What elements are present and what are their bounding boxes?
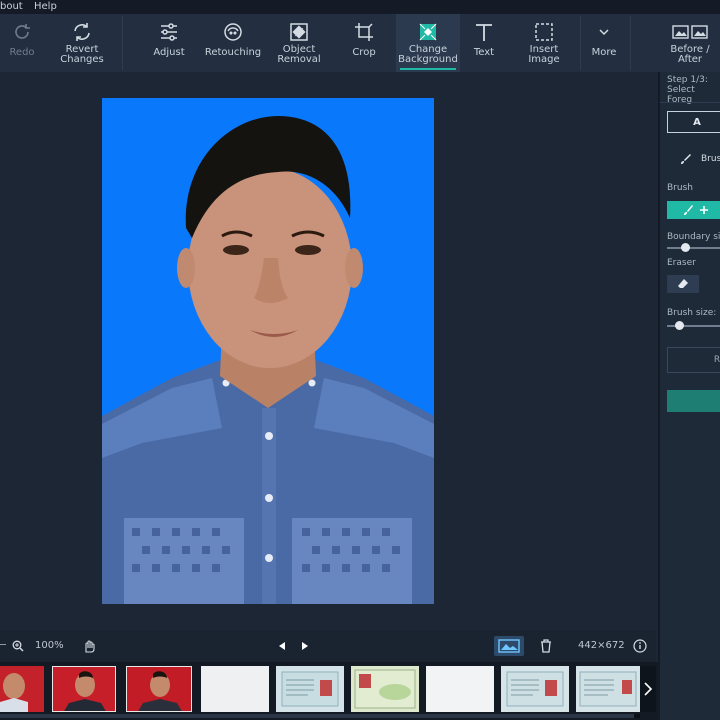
chevron-right-icon bbox=[644, 682, 653, 696]
face-retouch-icon bbox=[222, 19, 244, 45]
right-panel: Step 1/3: Select Foreg A Brus Brush Boun… bbox=[658, 72, 720, 720]
retouching-button[interactable]: Retouching bbox=[202, 14, 264, 72]
redo-label: Redo bbox=[9, 47, 35, 58]
brush-tab-label: Brus bbox=[701, 154, 720, 164]
change-background-icon bbox=[417, 19, 439, 45]
revert-changes-button[interactable]: Revert Changes bbox=[50, 14, 114, 72]
redo-icon bbox=[11, 19, 33, 45]
image-dimensions: 442×672 bbox=[578, 640, 625, 651]
thumbnail[interactable] bbox=[276, 666, 344, 712]
insert-image-label: Insert Image bbox=[528, 44, 560, 65]
step-title-line1: Step 1/3: bbox=[667, 75, 708, 85]
retouching-label: Retouching bbox=[204, 47, 262, 58]
chevron-down-icon bbox=[597, 19, 611, 45]
brush-size-slider[interactable] bbox=[667, 321, 720, 330]
zoom-level: 100% bbox=[35, 640, 64, 651]
text-label: Text bbox=[473, 47, 495, 58]
boundary-size-handle[interactable] bbox=[680, 243, 690, 252]
before-after-label: Before / After bbox=[670, 44, 710, 65]
toolbar: Redo Revert Changes Adjust Retouching Ob… bbox=[0, 14, 720, 72]
thumbnail[interactable] bbox=[351, 666, 419, 712]
thumbnail-image bbox=[0, 673, 28, 712]
next-step-button[interactable] bbox=[667, 390, 720, 412]
sliders-icon bbox=[158, 19, 180, 45]
brush-label: Brush bbox=[667, 183, 693, 193]
info-icon[interactable] bbox=[633, 639, 647, 653]
thumbnail-image bbox=[354, 669, 416, 709]
previous-image-icon[interactable] bbox=[277, 641, 287, 651]
before-after-icon bbox=[672, 19, 708, 45]
adjust-label: Adjust bbox=[153, 47, 185, 58]
thumbnail-image bbox=[138, 671, 182, 711]
filmstrip bbox=[0, 662, 658, 720]
brush-size-label: Brush size: bbox=[667, 308, 717, 318]
next-image-icon[interactable] bbox=[300, 641, 310, 651]
active-tab-indicator bbox=[400, 68, 456, 70]
step-title: Step 1/3: Select Foreg bbox=[667, 75, 720, 105]
status-bar: 100% 442×672 bbox=[0, 630, 656, 662]
menu-help[interactable]: Help bbox=[34, 1, 57, 12]
thumbnail[interactable] bbox=[126, 666, 192, 712]
toolbar-divider bbox=[122, 16, 123, 70]
toolbar-divider bbox=[580, 16, 581, 70]
insert-image-icon bbox=[533, 19, 555, 45]
more-button[interactable]: More bbox=[584, 14, 624, 72]
panel-divider bbox=[660, 102, 720, 103]
eraser-button[interactable] bbox=[667, 275, 699, 293]
menu-bar: bout Help bbox=[0, 0, 720, 14]
adjust-button[interactable]: Adjust bbox=[142, 14, 196, 72]
change-background-button[interactable]: Change Background bbox=[396, 14, 460, 72]
filmstrip-scrollbar[interactable] bbox=[0, 714, 640, 718]
thumbnail[interactable] bbox=[501, 666, 569, 712]
menu-about[interactable]: bout bbox=[0, 1, 23, 12]
object-removal-label: Object Removal bbox=[277, 44, 321, 65]
brush-tab[interactable]: Brus bbox=[680, 153, 720, 165]
gallery-icon bbox=[498, 639, 520, 653]
refresh-icon bbox=[71, 19, 93, 45]
revert-changes-label: Revert Changes bbox=[60, 44, 104, 65]
thumbnail[interactable] bbox=[0, 666, 44, 712]
thumbnail[interactable] bbox=[576, 666, 640, 712]
change-background-label: Change Background bbox=[398, 44, 458, 65]
zoom-slider-track[interactable] bbox=[0, 644, 6, 645]
thumbnail[interactable] bbox=[52, 666, 116, 712]
brush-icon bbox=[681, 154, 691, 164]
brush-size-handle[interactable] bbox=[674, 321, 684, 330]
thumbnail[interactable] bbox=[426, 666, 494, 712]
thumbnail-image bbox=[281, 671, 339, 707]
brush-add-button[interactable] bbox=[667, 201, 720, 219]
zoom-in-icon[interactable] bbox=[12, 640, 24, 652]
filmstrip-scrollbar-thumb[interactable] bbox=[0, 714, 634, 718]
filmstrip-next-button[interactable] bbox=[640, 666, 656, 712]
brush-plus-icon bbox=[684, 205, 708, 215]
eraser-icon bbox=[678, 279, 688, 288]
thumbnail-image bbox=[506, 671, 564, 707]
boundary-size-label: Boundary si bbox=[667, 232, 720, 242]
reset-button-label: R bbox=[713, 355, 720, 365]
crop-label: Crop bbox=[352, 47, 376, 58]
toolbar-divider bbox=[630, 16, 631, 70]
thumbnail-image bbox=[64, 671, 106, 711]
delete-icon[interactable] bbox=[540, 639, 552, 653]
crop-icon bbox=[353, 19, 375, 45]
crop-button[interactable]: Crop bbox=[342, 14, 386, 72]
eraser-label: Eraser bbox=[667, 258, 696, 268]
reset-button[interactable]: R bbox=[667, 347, 720, 373]
text-icon bbox=[473, 19, 495, 45]
boundary-size-slider[interactable] bbox=[667, 243, 720, 252]
insert-image-button[interactable]: Insert Image bbox=[516, 14, 572, 72]
text-button[interactable]: Text bbox=[462, 14, 506, 72]
more-label: More bbox=[591, 47, 617, 58]
auto-select-button[interactable]: A bbox=[667, 111, 720, 133]
filmstrip-toggle-button[interactable] bbox=[494, 636, 524, 656]
thumbnail[interactable] bbox=[201, 666, 269, 712]
hand-pan-icon[interactable] bbox=[82, 639, 96, 653]
object-removal-button[interactable]: Object Removal bbox=[270, 14, 328, 72]
before-after-button[interactable]: Before / After bbox=[664, 14, 716, 72]
portrait-photo bbox=[102, 98, 434, 604]
thumbnail-image bbox=[579, 671, 637, 707]
photo-preview[interactable] bbox=[102, 98, 434, 604]
object-removal-icon bbox=[288, 19, 310, 45]
redo-button[interactable]: Redo bbox=[0, 14, 44, 72]
